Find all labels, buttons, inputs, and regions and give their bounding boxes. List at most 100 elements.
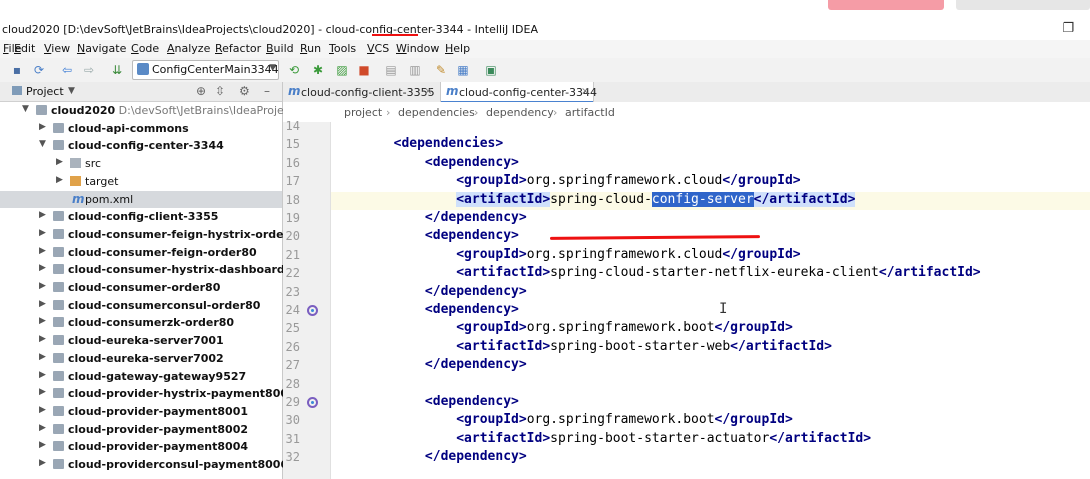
menu-code[interactable]: Code xyxy=(131,42,159,55)
save-icon[interactable]: ▪ xyxy=(10,63,24,77)
settings-icon[interactable]: ✎ xyxy=(434,63,448,77)
menu-edit[interactable]: Edit xyxy=(14,42,35,55)
spring-boot-gutter-icon[interactable] xyxy=(307,397,318,408)
code-line: <dependency> xyxy=(331,394,519,412)
back-icon[interactable]: ⇦ xyxy=(60,63,74,77)
tree-item[interactable]: ▼ cloud-config-center-3344 xyxy=(0,137,282,154)
tree-item[interactable]: ▶ target xyxy=(0,173,282,190)
tree-item[interactable]: ▼ cloud2020 D:\devSoft\JetBrains\IdeaProj… xyxy=(0,102,326,119)
chevron-right-icon[interactable]: ▶ xyxy=(39,458,49,468)
xml-text: org.springframework.cloud xyxy=(526,246,723,262)
debug-icon[interactable]: ✱ xyxy=(311,63,325,77)
chevron-right-icon[interactable]: ▶ xyxy=(39,440,49,450)
breadcrumb-item[interactable]: artifactId xyxy=(565,106,615,119)
chevron-right-icon[interactable]: ▶ xyxy=(39,210,49,220)
project-structure-icon[interactable]: ▤ xyxy=(384,63,398,77)
editor-tab[interactable]: m cloud-config-center-3344 × xyxy=(440,82,597,103)
chevron-right-icon[interactable]: ▶ xyxy=(39,281,49,291)
tree-item[interactable]: ▶ cloud-providerconsul-payment8006 xyxy=(0,456,288,473)
chevron-right-icon[interactable]: ▶ xyxy=(39,263,49,273)
menu-view[interactable]: View xyxy=(44,42,70,55)
menu-vcs[interactable]: VCS xyxy=(367,42,389,55)
chevron-right-icon[interactable]: ▶ xyxy=(39,246,49,256)
tree-item[interactable]: ▶ cloud-consumerzk-order80 xyxy=(0,314,282,331)
close-icon[interactable]: × xyxy=(424,86,432,97)
maven-file-icon: m xyxy=(72,191,85,206)
tree-item[interactable]: ▶ src xyxy=(0,155,282,172)
chevron-down-icon[interactable]: ▼ xyxy=(68,86,75,96)
breadcrumb-item[interactable]: dependency xyxy=(486,106,554,119)
chevron-right-icon[interactable]: ▶ xyxy=(39,316,49,326)
menu-run[interactable]: Run xyxy=(300,42,321,55)
title-bar: cloud2020 [D:\devSoft\JetBrains\IdeaProj… xyxy=(0,20,1090,40)
editor-tab[interactable]: m cloud-config-client-3355 × xyxy=(283,82,436,102)
line-number: 29 xyxy=(285,395,300,409)
chevron-right-icon[interactable]: ▶ xyxy=(39,122,49,132)
coverage-icon[interactable]: ▨ xyxy=(335,63,349,77)
xml-tag: </dependency> xyxy=(424,449,527,465)
chevron-right-icon[interactable]: ▶ xyxy=(56,175,66,185)
menu-help[interactable]: Help xyxy=(445,42,470,55)
chevron-down-icon[interactable]: ▼ xyxy=(22,104,32,114)
tree-item[interactable]: ▶ cloud-provider-hystrix-payment8001 xyxy=(0,385,296,402)
sync-icon[interactable]: ⟳ xyxy=(32,63,46,77)
tree-item[interactable]: ▶ cloud-consumer-feign-order80 xyxy=(0,244,282,261)
tree-item[interactable]: ▶ cloud-gateway-gateway9527 xyxy=(0,368,282,385)
collapse-icon[interactable]: ⇳ xyxy=(215,84,225,98)
structure-icon[interactable]: ▦ xyxy=(456,63,470,77)
chevron-down-icon[interactable]: ▼ xyxy=(39,139,49,149)
sdk-icon[interactable]: ▣ xyxy=(484,63,498,77)
run-icon[interactable]: ⟲ xyxy=(287,63,301,77)
tree-item[interactable]: ▶ cloud-eureka-server7001 xyxy=(0,332,282,349)
chevron-right-icon[interactable]: ▶ xyxy=(39,228,49,238)
hide-icon[interactable]: – xyxy=(264,84,270,98)
tree-item[interactable]: ▶ cloud-api-commons xyxy=(0,120,282,137)
close-icon[interactable]: × xyxy=(581,86,589,97)
toolbar: ▪ ⟳ ⇦ ⇨ ⇊ ConfigCenterMain3344 ▼ ⟲ ✱ ▨ ■… xyxy=(0,58,1090,83)
tree-item-name: cloud2020 xyxy=(51,104,116,117)
menu-build[interactable]: Build xyxy=(266,42,294,55)
project-pane: Project ▼ ⊕ ⇳ ⚙ – ▼ cloud2020 D:\devSoft\… xyxy=(0,82,326,479)
chevron-right-icon[interactable]: ▶ xyxy=(39,370,49,380)
build-icon[interactable]: ⇊ xyxy=(110,63,124,77)
spring-boot-gutter-icon[interactable] xyxy=(307,305,318,316)
menu-navigate[interactable]: Navigate xyxy=(77,42,126,55)
chevron-right-icon[interactable]: ▶ xyxy=(39,299,49,309)
tree-item[interactable]: ▶ cloud-eureka-server7002 xyxy=(0,350,282,367)
chevron-right-icon[interactable]: ▶ xyxy=(56,157,66,167)
menu-tools[interactable]: Tools xyxy=(329,42,356,55)
tree-item[interactable]: ▶ cloud-consumer-hystrix-dashboard9001 xyxy=(0,261,315,278)
tree-item[interactable]: ▶ cloud-consumerconsul-order80 xyxy=(0,297,282,314)
tree-item[interactable]: m pom.xml xyxy=(0,190,282,208)
tree-item[interactable]: ▶ cloud-provider-payment8001 xyxy=(0,403,282,420)
tree-item[interactable]: ▶ cloud-provider-payment8002 xyxy=(0,421,282,438)
project-pane-title[interactable]: Project xyxy=(26,85,64,98)
tree-item[interactable]: ▶ cloud-consumer-order80 xyxy=(0,279,282,296)
stop-icon[interactable]: ■ xyxy=(357,63,371,77)
tree-item[interactable]: ▶ cloud-config-client-3355 xyxy=(0,208,282,225)
chevron-right-icon[interactable]: ▶ xyxy=(39,334,49,344)
breadcrumb-item[interactable]: dependencies xyxy=(398,106,475,119)
overlay-button-pink[interactable] xyxy=(828,0,944,10)
menu-window[interactable]: Window xyxy=(396,42,439,55)
overlay-button-gray[interactable] xyxy=(956,0,1090,10)
tree-item-label: cloud-consumer-hystrix-dashboard9001 xyxy=(68,263,315,276)
run-config-selector[interactable]: ConfigCenterMain3344 ▼ xyxy=(132,60,279,80)
tree-item-label: cloud-providerconsul-payment8006 xyxy=(68,458,288,471)
restore-icon[interactable]: ❐ xyxy=(1062,21,1074,36)
tree-item[interactable]: ▶ cloud-provider-payment8004 xyxy=(0,438,282,455)
menu-analyze[interactable]: Analyze xyxy=(167,42,210,55)
chevron-right-icon[interactable]: ▶ xyxy=(39,423,49,433)
xml-tag: </artifactId> xyxy=(878,265,981,281)
chevron-right-icon[interactable]: ▶ xyxy=(39,405,49,415)
tree-item-name: cloud-consumerconsul-order80 xyxy=(68,298,261,312)
layout-icon[interactable]: ▥ xyxy=(408,63,422,77)
locate-icon[interactable]: ⊕ xyxy=(196,84,206,98)
chevron-right-icon[interactable]: ▶ xyxy=(39,387,49,397)
chevron-right-icon[interactable]: ▶ xyxy=(39,352,49,362)
tree-item[interactable]: ▶ cloud-consumer-feign-hystrix-order80 xyxy=(0,226,304,243)
gear-icon[interactable]: ⚙ xyxy=(239,84,250,98)
menu-refactor[interactable]: Refactor xyxy=(215,42,261,55)
forward-icon[interactable]: ⇨ xyxy=(82,63,96,77)
